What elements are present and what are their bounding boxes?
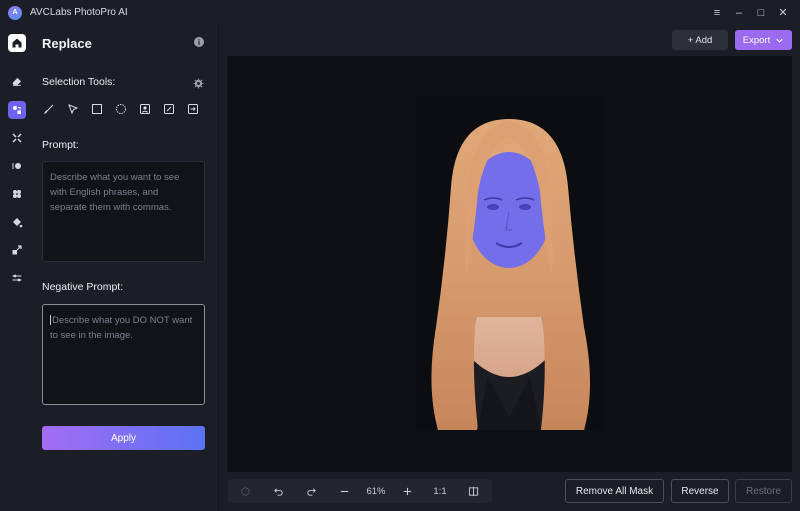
rectangle-select-icon[interactable] (90, 102, 104, 116)
portrait-image (416, 97, 603, 430)
actual-size-button[interactable]: 1:1 (429, 479, 451, 503)
prompt-input[interactable]: Describe what you want to see with Engli… (42, 161, 205, 262)
prompt-label: Prompt: (42, 139, 79, 151)
title-bar: A AVCLabs PhotoPro AI ≡ – □ ✕ (0, 0, 800, 25)
prompt-placeholder: Describe what you want to see with Engli… (50, 172, 180, 213)
add-button[interactable]: + Add (672, 30, 728, 50)
redo-icon[interactable] (303, 479, 319, 503)
negative-prompt-placeholder: Describe what you DO NOT want to see in … (50, 315, 193, 341)
reverse-button[interactable]: Reverse (671, 479, 729, 503)
zoom-in-icon[interactable] (399, 479, 415, 503)
negative-prompt-input[interactable]: Describe what you DO NOT want to see in … (42, 304, 205, 405)
replace-icon[interactable] (8, 101, 26, 119)
zoom-out-icon[interactable] (336, 479, 352, 503)
chevron-down-icon (776, 38, 783, 43)
text-caret (50, 315, 51, 326)
maximize-button[interactable]: □ (750, 2, 772, 24)
minimize-button[interactable]: – (728, 2, 750, 24)
workspace: + Add Export 61% 1:1 Remove All Mask Rev… (220, 25, 800, 511)
resize-icon[interactable] (7, 240, 27, 260)
pointer-icon[interactable] (66, 102, 80, 116)
remove-all-mask-button[interactable]: Remove All Mask (565, 479, 664, 503)
selection-tools (42, 102, 210, 116)
edit-icon[interactable] (162, 102, 176, 116)
app-title: AVCLabs PhotoPro AI (30, 7, 128, 18)
selection-tools-label: Selection Tools: (42, 76, 116, 88)
photo-preview[interactable] (416, 97, 603, 430)
close-button[interactable]: ✕ (772, 2, 794, 24)
person-select-icon[interactable] (138, 102, 152, 116)
cutout-icon[interactable] (7, 184, 27, 204)
home-icon[interactable] (8, 34, 26, 52)
restore-button[interactable]: Restore (735, 479, 792, 503)
apply-button[interactable]: Apply (42, 426, 205, 450)
tool-rail (0, 25, 34, 511)
fit-view-icon[interactable] (237, 479, 253, 503)
panel-title: Replace (42, 36, 92, 51)
app-logo-icon: A (8, 5, 22, 20)
export-label: Export (742, 34, 771, 46)
window-controls: ≡ – □ ✕ (706, 0, 794, 25)
colorize-icon[interactable] (7, 212, 27, 232)
zoom-controls: 61% 1:1 (228, 479, 492, 503)
info-icon[interactable]: i (194, 37, 204, 47)
brush-icon[interactable] (42, 102, 56, 116)
negative-prompt-label: Negative Prompt: (42, 281, 124, 293)
menu-icon[interactable]: ≡ (706, 2, 728, 24)
bottom-toolbar: 61% 1:1 Remove All Mask Reverse Restore (220, 477, 800, 507)
ellipse-select-icon[interactable] (114, 102, 128, 116)
enhance-icon[interactable] (7, 156, 27, 176)
compare-icon[interactable] (465, 479, 481, 503)
upscale-icon[interactable] (7, 128, 27, 148)
eraser-icon[interactable] (7, 71, 27, 91)
image-canvas[interactable] (227, 56, 792, 472)
adjust-icon[interactable] (7, 268, 27, 288)
undo-icon[interactable] (270, 479, 286, 503)
export-button[interactable]: Export (735, 30, 792, 50)
replace-panel: Replace i Selection Tools: Prompt: Descr… (34, 25, 219, 511)
import-icon[interactable] (186, 102, 200, 116)
gear-icon[interactable] (193, 76, 204, 89)
zoom-level: 61% (366, 485, 386, 497)
